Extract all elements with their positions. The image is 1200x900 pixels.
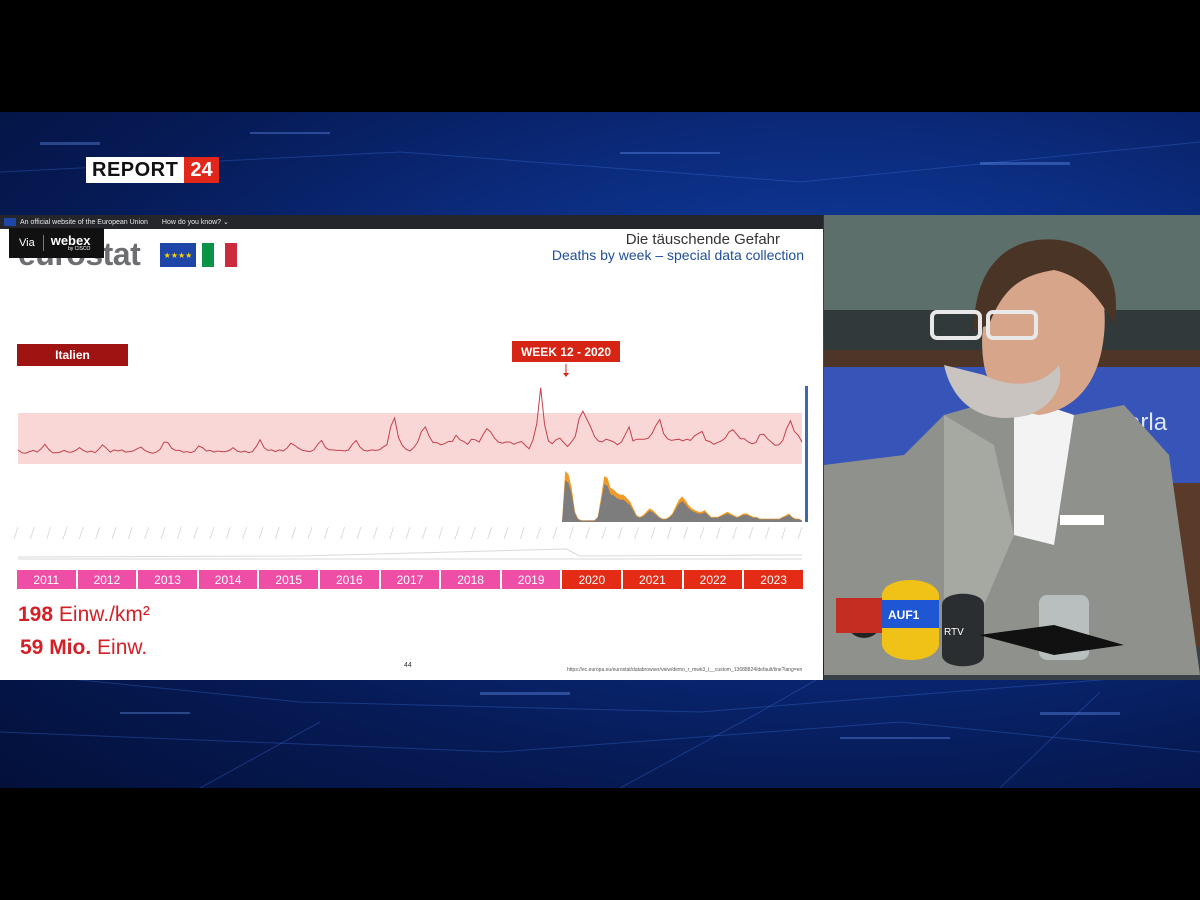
x-tick: [618, 526, 623, 540]
slide-title: Die täuschende Gefahr: [625, 231, 780, 248]
source-url: https://ec.europa.eu/eurostat/databrowse…: [567, 667, 803, 673]
annotation-arrowhead: [563, 373, 569, 377]
year-label-2017: 2017: [380, 570, 440, 589]
x-tick: [193, 526, 198, 540]
x-tick: [389, 526, 394, 540]
x-tick: [79, 526, 84, 540]
x-tick: [356, 526, 362, 540]
x-tick: [748, 526, 754, 540]
x-tick: [144, 526, 149, 540]
year-label-2021: 2021: [623, 570, 682, 589]
svg-text:RTV: RTV: [944, 627, 964, 638]
svg-text:AUF1: AUF1: [888, 608, 920, 622]
x-tick: [422, 526, 427, 540]
x-tick: [177, 526, 182, 540]
population: 59 Mio. Einw.: [20, 636, 147, 660]
overview-series: [17, 548, 803, 558]
x-tick: [601, 526, 607, 540]
x-tick: [503, 526, 509, 540]
year-label-2019: 2019: [501, 570, 561, 589]
slide-side-bar: [805, 386, 808, 522]
page-number: 44: [404, 662, 412, 669]
x-tick: [569, 526, 574, 540]
x-tick: [340, 526, 345, 540]
logo-number: 24: [184, 157, 219, 183]
italy-flag-icon: [202, 243, 238, 267]
year-label-2022: 2022: [683, 570, 743, 589]
x-tick: [650, 526, 656, 540]
population-unit: Einw.: [97, 636, 148, 659]
x-tick: [242, 526, 247, 540]
baseline-band: [18, 413, 802, 464]
webex-via-label: Via: [9, 235, 44, 251]
x-tick: [667, 526, 672, 540]
x-tick: [716, 526, 721, 540]
x-tick: [438, 526, 443, 540]
year-strip: 2011 2012 2013 2014 2015 2016 2017 2018 2019 2020…: [17, 570, 803, 589]
x-tick: [275, 526, 280, 540]
x-tick: [781, 526, 786, 540]
year-label-2023: 2023: [744, 570, 803, 589]
x-tick: [797, 526, 803, 540]
year-label-2014: 2014: [198, 570, 258, 589]
x-tick: [552, 526, 558, 540]
eu-official-banner: An official website of the European Unio…: [0, 215, 823, 229]
x-tick: [520, 526, 525, 540]
slide-subtitle: Deaths by week – special data collection: [551, 247, 804, 263]
eu-flag-icon: [4, 218, 16, 226]
x-tick: [699, 526, 705, 540]
x-tick: [732, 526, 737, 540]
year-label-2013: 2013: [138, 570, 197, 589]
population-value: 59 Mio.: [20, 636, 92, 659]
year-label-2012: 2012: [77, 570, 137, 589]
year-label-2015: 2015: [259, 570, 319, 589]
x-tick: [13, 526, 19, 540]
x-tick: [160, 526, 166, 540]
x-tick: [291, 526, 296, 540]
eu-flag-icon: ★★★★: [160, 243, 196, 267]
logo-text: REPORT: [86, 157, 185, 183]
deaths-chart: [13, 364, 808, 560]
year-label-2011: 2011: [17, 570, 76, 589]
eu-official-text: An official website of the European Unio…: [20, 218, 148, 226]
year-label-2018: 2018: [441, 570, 500, 589]
x-tick: [307, 526, 313, 540]
year-label-2016: 2016: [320, 570, 379, 589]
x-tick: [454, 526, 460, 540]
x-tick: [46, 526, 51, 540]
x-tick: [634, 526, 639, 540]
x-tick: [258, 526, 264, 540]
x-tick: [471, 526, 476, 540]
x-tick: [683, 526, 688, 540]
x-tick: [62, 526, 68, 540]
webex-badge: Via webex by CISCO: [9, 228, 104, 258]
x-tick: [765, 526, 770, 540]
x-tick: [226, 526, 231, 540]
x-tick: [585, 526, 590, 540]
x-tick: [111, 526, 117, 540]
year-label-2020: 2020: [562, 570, 622, 589]
density-unit: Einw./km²: [58, 603, 150, 626]
x-tick: [373, 526, 378, 540]
x-tick: [536, 526, 541, 540]
speaker-video: uroparla AUF1 RTV: [824, 215, 1200, 680]
report24-logo: REPORT 24: [86, 157, 219, 183]
x-tick: [95, 526, 100, 540]
x-tick: [128, 526, 133, 540]
x-tick: [487, 526, 492, 540]
week-annotation: WEEK 12 - 2020: [512, 341, 620, 362]
density-value: 198: [18, 603, 54, 626]
x-tick: [209, 526, 215, 540]
x-tick: [405, 526, 411, 540]
population-density: 198 Einw./km²: [18, 603, 150, 627]
x-tick: [30, 526, 35, 540]
x-tick: [324, 526, 329, 540]
how-do-you-know-link[interactable]: How do you know? ⌄: [162, 218, 229, 226]
